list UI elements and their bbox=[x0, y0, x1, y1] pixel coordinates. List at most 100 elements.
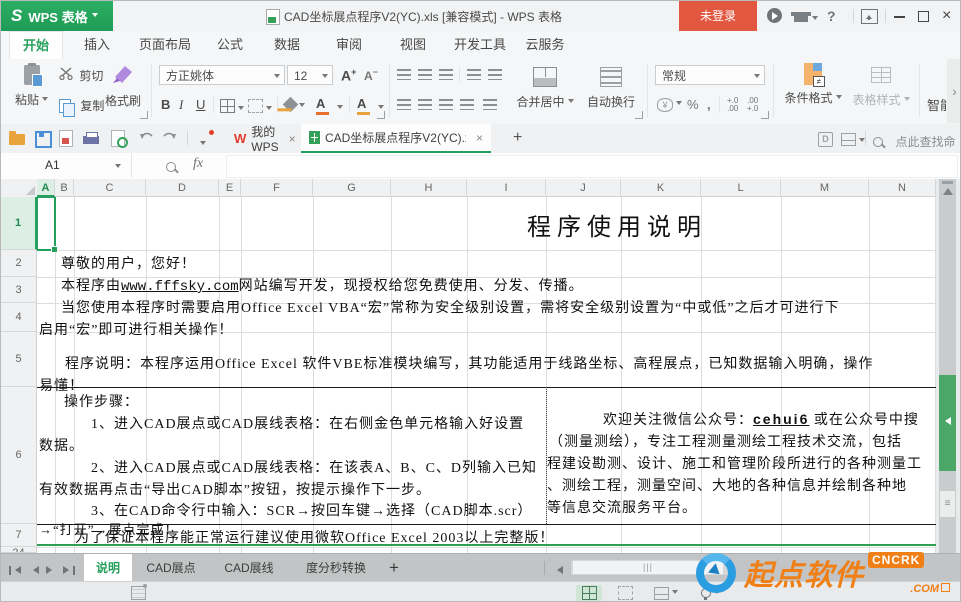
col-header-B[interactable]: B bbox=[55, 179, 74, 197]
row-header-6[interactable]: 6 bbox=[1, 387, 37, 524]
table-style-button[interactable]: 表格样式 bbox=[849, 61, 913, 108]
comma-format-button[interactable]: , bbox=[707, 97, 711, 112]
insert-function-button[interactable]: fx bbox=[193, 156, 203, 172]
close-button[interactable]: × bbox=[942, 7, 958, 23]
macro-record-button[interactable] bbox=[131, 586, 146, 600]
col-header-K[interactable]: K bbox=[621, 179, 701, 197]
new-tab-button[interactable]: + bbox=[513, 129, 522, 147]
col-header-F[interactable]: F bbox=[241, 179, 313, 197]
align-bottom-button[interactable] bbox=[439, 69, 453, 80]
fill-handle[interactable] bbox=[51, 246, 58, 253]
increase-decimal-button[interactable]: +.0 .00 bbox=[727, 97, 738, 113]
print-preview-button[interactable] bbox=[111, 130, 129, 147]
col-header-M[interactable]: M bbox=[781, 179, 869, 197]
doc-protect-icon[interactable]: D bbox=[818, 132, 833, 147]
underline-button[interactable]: U bbox=[196, 97, 205, 112]
sheet-tab-dfm-zhuanhuan[interactable]: 度分秒转换 bbox=[292, 554, 380, 582]
login-button[interactable]: 未登录 bbox=[679, 1, 757, 31]
cut-button[interactable]: 剪切 bbox=[59, 67, 103, 84]
wechat-account-link[interactable]: cehui6 bbox=[753, 411, 809, 427]
close-tab-icon[interactable]: × bbox=[289, 132, 296, 146]
row-header-3[interactable]: 3 bbox=[1, 277, 37, 303]
borders-button[interactable] bbox=[220, 99, 244, 116]
shrink-font-button[interactable]: A− bbox=[364, 67, 378, 83]
col-header-H[interactable]: H bbox=[391, 179, 467, 197]
wps-app-menu[interactable]: S WPS 表格 bbox=[1, 1, 113, 31]
align-middle-button[interactable] bbox=[418, 69, 432, 80]
row-header-1[interactable]: 1 bbox=[1, 197, 37, 250]
help-icon[interactable]: ? bbox=[827, 8, 843, 24]
tab-view[interactable]: 视图 bbox=[389, 31, 437, 59]
decrease-indent-button[interactable] bbox=[467, 69, 481, 80]
open-file-button[interactable] bbox=[9, 130, 27, 147]
last-sheet-button[interactable] bbox=[63, 563, 75, 577]
formula-input[interactable] bbox=[226, 155, 958, 178]
collapse-ribbon-icon[interactable] bbox=[861, 8, 877, 24]
hscroll-left-icon[interactable] bbox=[553, 563, 563, 577]
export-pdf-button[interactable] bbox=[59, 130, 77, 147]
paste-button[interactable]: 粘贴 bbox=[15, 63, 48, 108]
redo-button[interactable] bbox=[161, 130, 179, 147]
first-sheet-button[interactable] bbox=[9, 563, 21, 577]
active-cell-a1[interactable] bbox=[37, 197, 56, 251]
select-all-corner[interactable] bbox=[1, 179, 38, 198]
print-button[interactable] bbox=[83, 130, 101, 147]
col-header-G[interactable]: G bbox=[313, 179, 391, 197]
page-break-view-button[interactable] bbox=[612, 585, 638, 601]
col-header-J[interactable]: J bbox=[546, 179, 621, 197]
align-right-button[interactable] bbox=[439, 99, 453, 110]
align-top-button[interactable] bbox=[397, 69, 411, 80]
page-grip[interactable]: ≡ bbox=[940, 491, 955, 517]
clipboard-launcher-icon[interactable] bbox=[140, 111, 148, 119]
next-sheet-button[interactable] bbox=[46, 563, 56, 577]
font-launcher-icon[interactable] bbox=[377, 111, 385, 119]
copy-button[interactable]: 复制 bbox=[59, 97, 104, 114]
highlight-color-button[interactable]: A bbox=[357, 97, 370, 115]
page-layout-view-button[interactable] bbox=[649, 585, 683, 601]
normal-view-button[interactable] bbox=[576, 585, 602, 601]
collapse-panel-icon[interactable] bbox=[941, 417, 951, 425]
currency-format-button[interactable]: ¥ bbox=[657, 97, 682, 112]
col-header-D[interactable]: D bbox=[146, 179, 219, 197]
prev-sheet-button[interactable] bbox=[29, 563, 39, 577]
name-box[interactable]: A1 bbox=[1, 153, 132, 178]
maximize-button[interactable] bbox=[918, 8, 934, 24]
italic-button[interactable]: I bbox=[179, 97, 183, 113]
row-header-7[interactable]: 7 bbox=[1, 524, 37, 547]
sheet-tab-shuoming[interactable]: 说明 bbox=[84, 554, 132, 582]
split-handle[interactable] bbox=[942, 181, 953, 184]
bold-button[interactable]: B bbox=[161, 97, 170, 112]
zoom-formula-icon[interactable] bbox=[166, 159, 176, 177]
vscroll-thumb[interactable] bbox=[939, 375, 956, 471]
distribute-button[interactable] bbox=[483, 99, 497, 110]
font-size-select[interactable]: 12 bbox=[287, 65, 333, 85]
doc-tab-current[interactable]: CAD坐标展点程序V2(YC).xls × bbox=[301, 124, 491, 153]
col-header-N[interactable]: N bbox=[869, 179, 936, 197]
sheet-tab-cad-zhanxian[interactable]: CAD展线 bbox=[214, 554, 284, 582]
doc-tab-home[interactable]: W 我的WPS × bbox=[226, 124, 300, 153]
row-header-4[interactable]: 4 bbox=[1, 303, 37, 332]
sheet-tab-cad-zhandian[interactable]: CAD展点 bbox=[136, 554, 206, 582]
row-header-2[interactable]: 2 bbox=[1, 250, 37, 277]
format-painter-button[interactable]: 格式刷 bbox=[105, 63, 141, 109]
number-launcher-icon[interactable] bbox=[761, 111, 769, 119]
align-left-button[interactable] bbox=[397, 99, 411, 110]
font-color-button[interactable]: A bbox=[316, 97, 329, 115]
merge-center-button[interactable]: 合并居中 bbox=[513, 63, 577, 110]
grow-font-button[interactable]: A+ bbox=[341, 67, 356, 84]
draw-border-button[interactable] bbox=[248, 99, 272, 116]
minimize-button[interactable] bbox=[894, 8, 910, 24]
customize-qat-button[interactable] bbox=[197, 136, 206, 154]
col-header-A[interactable]: A bbox=[37, 179, 55, 197]
col-header-I[interactable]: I bbox=[467, 179, 546, 197]
wrap-text-button[interactable]: 自动换行 bbox=[583, 63, 639, 110]
percent-format-button[interactable]: % bbox=[687, 97, 699, 112]
tab-cloud[interactable]: 云服务 bbox=[517, 31, 573, 59]
close-tab-icon[interactable]: × bbox=[476, 131, 483, 145]
tab-home[interactable]: 开始 bbox=[9, 31, 63, 60]
split-view-button[interactable] bbox=[841, 133, 865, 151]
alignment-launcher-icon[interactable] bbox=[635, 111, 643, 119]
increase-indent-button[interactable] bbox=[488, 69, 502, 80]
tab-developer[interactable]: 开发工具 bbox=[449, 31, 511, 59]
website-link[interactable]: www.fffsky.com bbox=[121, 279, 239, 295]
